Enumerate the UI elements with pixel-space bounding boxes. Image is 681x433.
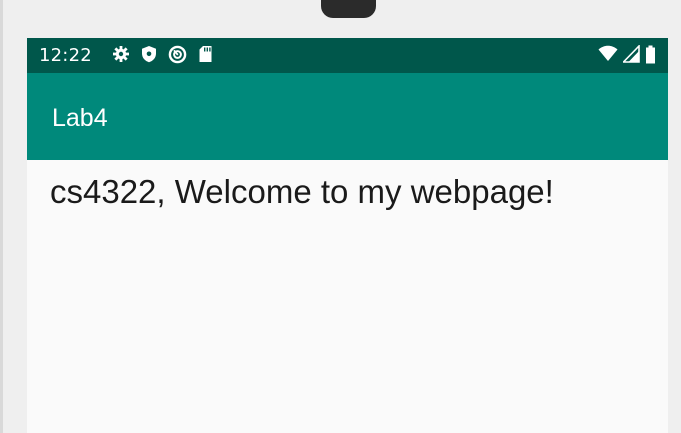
gear-icon bbox=[112, 45, 130, 67]
device-frame: 12:22 Lab4 cs4322, Welcome to my webpage… bbox=[0, 0, 681, 433]
app-bar: Lab4 bbox=[27, 73, 668, 160]
shield-icon bbox=[141, 45, 157, 67]
status-bar: 12:22 bbox=[27, 38, 668, 73]
status-time: 12:22 bbox=[39, 45, 92, 66]
battery-icon bbox=[645, 45, 656, 68]
welcome-text: cs4322, Welcome to my webpage! bbox=[50, 173, 554, 210]
status-notification-icons bbox=[112, 45, 213, 68]
cell-signal-icon bbox=[621, 44, 640, 67]
sd-card-icon bbox=[198, 45, 213, 67]
device-edge bbox=[0, 0, 3, 433]
phone-screen: 12:22 Lab4 cs4322, Welcome to my webpage… bbox=[27, 38, 668, 433]
status-system-icons bbox=[598, 44, 656, 68]
sync-icon bbox=[168, 45, 187, 68]
content-area: cs4322, Welcome to my webpage! bbox=[27, 160, 668, 433]
camera-notch bbox=[321, 0, 376, 18]
app-title: Lab4 bbox=[52, 104, 108, 132]
wifi-icon bbox=[598, 45, 618, 67]
